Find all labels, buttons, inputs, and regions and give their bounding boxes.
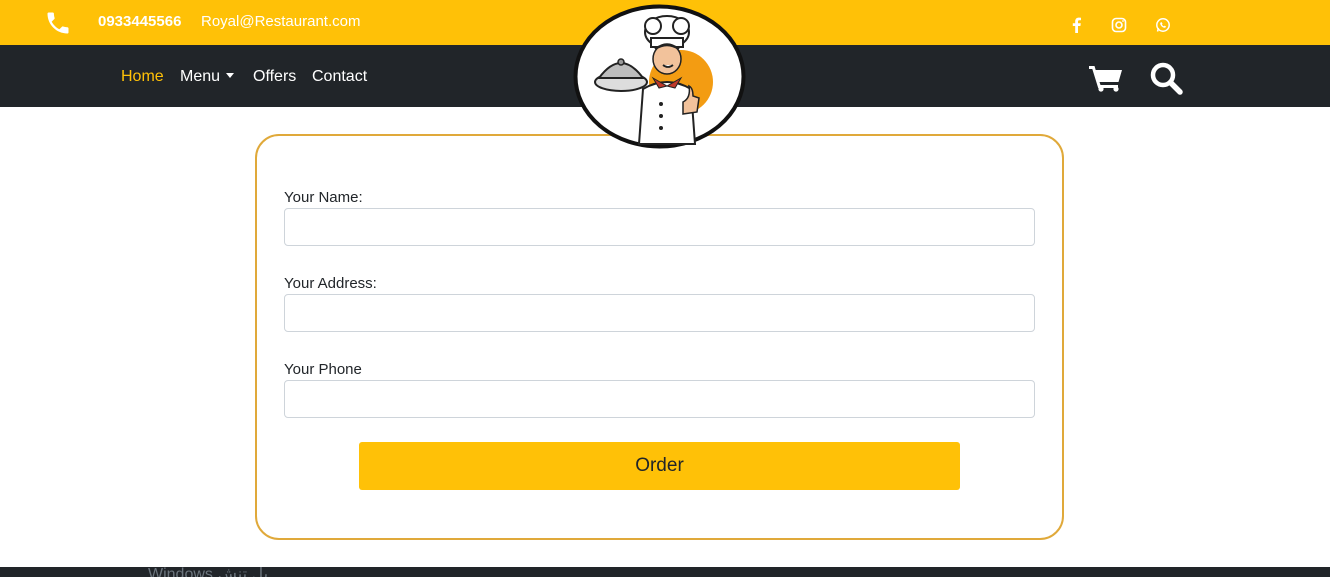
phone-icon [47,12,69,34]
cart-icon[interactable] [1089,64,1123,92]
order-button[interactable]: Order [359,442,960,490]
nav-menu-label: Menu [180,68,221,85]
nav-contact[interactable]: Contact [312,68,367,86]
windows-activation-watermark: Windows بل تنش [148,566,269,577]
phone-label: Your Phone [284,361,362,378]
facebook-icon[interactable] [1069,17,1085,33]
phone-number: 0933445566 [98,13,182,30]
instagram-icon[interactable] [1111,17,1127,33]
address-label: Your Address: [284,275,377,292]
address-input[interactable] [284,294,1035,332]
nav-menu-dropdown[interactable]: Menu [180,68,235,86]
chef-logo[interactable] [573,4,746,149]
chevron-down-icon [226,73,235,78]
search-icon[interactable] [1149,61,1183,95]
phone-input[interactable] [284,380,1035,418]
nav-offers[interactable]: Offers [253,68,296,86]
whatsapp-icon[interactable] [1155,17,1171,33]
nav-home[interactable]: Home [121,68,164,86]
name-label: Your Name: [284,189,363,206]
email-address: Royal@Restaurant.com [201,13,361,30]
name-input[interactable] [284,208,1035,246]
